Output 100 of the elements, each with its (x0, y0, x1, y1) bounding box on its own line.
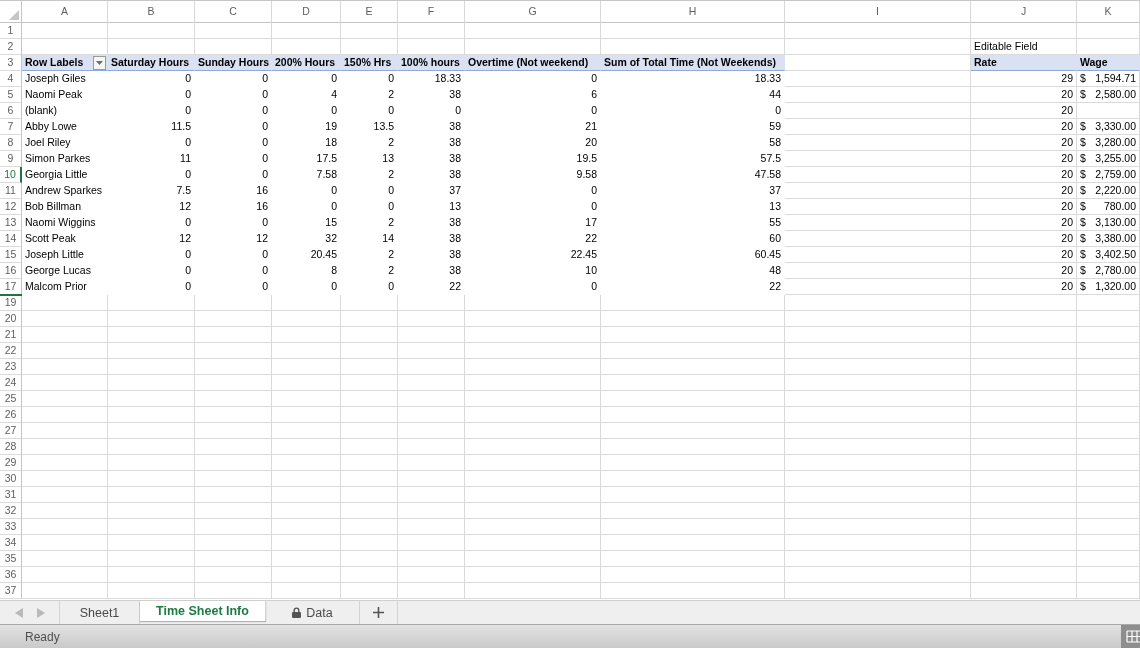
table-cell: 10 (465, 263, 601, 279)
table-cell: 60.45 (601, 247, 785, 263)
column-letter[interactable]: B (108, 1, 195, 23)
column-letter[interactable]: I (785, 1, 971, 23)
table-cell: 0 (108, 263, 195, 279)
table-cell: 37 (398, 183, 465, 199)
row-label: (blank) (22, 103, 108, 119)
table-cell: 0 (341, 103, 398, 119)
column-header: Rate (971, 55, 1077, 71)
table-cell: 48 (601, 263, 785, 279)
row-label: Naomi Wiggins (22, 215, 108, 231)
table-cell: 38 (398, 151, 465, 167)
table-cell: 2 (341, 87, 398, 103)
table-cell: 14 (341, 231, 398, 247)
table-cell: 22 (398, 279, 465, 295)
table-cell: 0 (108, 279, 195, 295)
table-cell: 0 (195, 103, 272, 119)
table-cell: 2 (341, 263, 398, 279)
table-cell: 12 (195, 231, 272, 247)
table-cell: 2 (341, 247, 398, 263)
row-label: Joseph Giles (22, 71, 108, 87)
table-cell: 21 (465, 119, 601, 135)
table-cell: 0 (465, 199, 601, 215)
table-cell: 0 (108, 167, 195, 183)
table-cell: 47.58 (601, 167, 785, 183)
table-cell: 58 (601, 135, 785, 151)
corner-triangle-icon[interactable] (9, 10, 19, 20)
table-cell: 0 (272, 279, 341, 295)
table-cell: 11 (108, 151, 195, 167)
column-letter[interactable]: K (1077, 1, 1140, 23)
sheet-tab[interactable]: Time Sheet Info (140, 601, 266, 621)
table-cell: 6 (465, 87, 601, 103)
caret-down-icon (96, 60, 103, 65)
column-letter[interactable]: F (398, 1, 465, 23)
column-letter[interactable]: C (195, 1, 272, 23)
table-cell: 38 (398, 135, 465, 151)
table-cell: 0 (398, 103, 465, 119)
table-cell: 0 (195, 279, 272, 295)
row-label: Georgia Little (22, 167, 108, 183)
table-cell: 0 (465, 71, 601, 87)
table-cell: 0 (272, 103, 341, 119)
table-cell: 16 (195, 199, 272, 215)
column-header: Row Labels (25, 55, 84, 70)
table-cell: 0 (108, 71, 195, 87)
table-cell: 0 (465, 103, 601, 119)
table-cell: 18.33 (601, 71, 785, 87)
left-arrow-icon[interactable] (14, 607, 23, 618)
table-cell: 9.58 (465, 167, 601, 183)
column-letter[interactable]: A (22, 1, 108, 23)
table-cell: 12 (108, 231, 195, 247)
table-cell: 0 (272, 71, 341, 87)
table-cell: 32 (272, 231, 341, 247)
table-cell: 0 (341, 199, 398, 215)
table-cell: 13 (341, 151, 398, 167)
table-cell: 17 (465, 215, 601, 231)
column-letter[interactable]: E (341, 1, 398, 23)
table-cell: 0 (108, 87, 195, 103)
table-cell: 38 (398, 231, 465, 247)
table-cell: 22 (465, 231, 601, 247)
column-letter[interactable]: D (272, 1, 341, 23)
table-cell: 7.58 (272, 167, 341, 183)
column-letter[interactable]: H (601, 1, 785, 23)
table-cell: 44 (601, 87, 785, 103)
grid-icon[interactable] (1121, 625, 1140, 648)
table-cell: 0 (195, 247, 272, 263)
row-label: Scott Peak (22, 231, 108, 247)
table-cell: 20.45 (272, 247, 341, 263)
table-cell: 2 (341, 215, 398, 231)
table-cell: 15 (272, 215, 341, 231)
table-cell: 38 (398, 87, 465, 103)
filter-button[interactable] (93, 55, 106, 70)
hidden-row-marker (0, 294, 22, 296)
column-header: Saturday Hours (108, 55, 195, 71)
table-cell: 55 (601, 215, 785, 231)
row-label: Joseph Little (22, 247, 108, 263)
right-arrow-icon[interactable] (36, 607, 45, 618)
table-cell: 0 (601, 103, 785, 119)
column-header: 150% Hrs (341, 55, 398, 71)
table-cell: 38 (398, 167, 465, 183)
table-cell: 57.5 (601, 151, 785, 167)
table-cell: 0 (465, 279, 601, 295)
table-cell: 13 (601, 199, 785, 215)
row-label: Naomi Peak (22, 87, 108, 103)
table-cell: 0 (272, 199, 341, 215)
row-label: Malcom Prior (22, 279, 108, 295)
table-cell: 2 (341, 167, 398, 183)
column-letter[interactable]: G (465, 1, 601, 23)
table-cell: 12 (108, 199, 195, 215)
row-label: Simon Parkes (22, 151, 108, 167)
table-cell: 0 (341, 71, 398, 87)
table-cell: 0 (195, 215, 272, 231)
table-cell: 18 (272, 135, 341, 151)
table-cell: 13 (398, 199, 465, 215)
table-cell: 59 (601, 119, 785, 135)
table-cell: 0 (272, 183, 341, 199)
column-header: 100% hours (398, 55, 465, 71)
table-cell: 17.5 (272, 151, 341, 167)
column-letter[interactable]: J (971, 1, 1077, 23)
row-label: Abby Lowe (22, 119, 108, 135)
column-header: Sum of Total Time (Not Weekends) (601, 55, 785, 71)
